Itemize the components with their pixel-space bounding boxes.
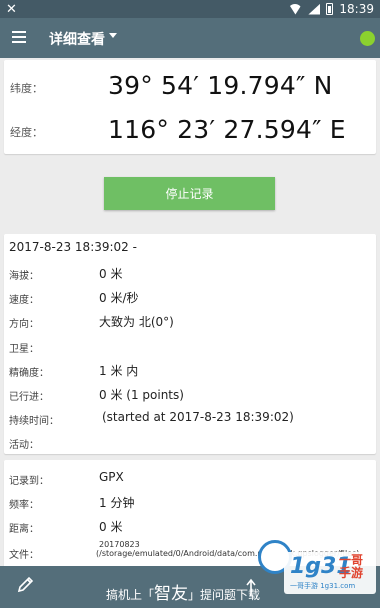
activity-label: 活动： xyxy=(9,440,39,451)
frequency-label: 频率： xyxy=(9,500,39,511)
speed-value: 0 米/秒 xyxy=(99,291,139,305)
accuracy-label: 精确度： xyxy=(9,368,49,379)
watermark-url: 一哥手游 1g31.com xyxy=(290,582,356,590)
direction-value: 大致为 北(0°) xyxy=(99,315,174,329)
chevron-down-icon[interactable] xyxy=(109,33,117,38)
latitude-value: 39° 54′ 19.794″ N xyxy=(108,71,333,100)
status-icons: 18:39 xyxy=(288,2,374,16)
app-bar: 详细查看 xyxy=(0,18,380,58)
watermark-brand: 一哥 手游 xyxy=(339,553,364,580)
altitude-label: 海拔： xyxy=(9,271,39,282)
frequency-value: 1 分钟 xyxy=(99,496,135,510)
session-start-timestamp: 2017-8-23 18:39:02 - xyxy=(9,240,137,254)
latitude-label: 纬度： xyxy=(10,82,43,95)
duration-value: (started at 2017-8-23 18:39:02) xyxy=(102,410,294,424)
accuracy-value: 1 米 内 xyxy=(99,364,139,378)
share-icon[interactable] xyxy=(245,578,257,598)
banner-brand: 智友 xyxy=(154,584,189,604)
logging-status-dot xyxy=(360,31,375,46)
distance-traveled-label: 已行进： xyxy=(9,392,49,403)
distance-label: 距离： xyxy=(9,524,39,535)
satellites-label: 卫星： xyxy=(9,344,39,355)
log-to-value: GPX xyxy=(99,470,124,484)
file-name: 20170823 xyxy=(99,540,140,549)
coordinates-card: 纬度： 39° 54′ 19.794″ N 经度： 116° 23′ 27.59… xyxy=(4,60,376,154)
pencil-icon[interactable] xyxy=(17,575,35,593)
longitude-value: 116° 23′ 27.594″ E xyxy=(108,115,346,144)
banner-prefix: 搞机上「 xyxy=(106,588,155,602)
bottom-banner-text: 搞机上「智友」提问题下载 xyxy=(106,579,260,604)
distance-traveled-value: 0 米 (1 points) xyxy=(99,388,184,402)
file-label: 文件： xyxy=(9,550,39,561)
tool-icon: ✕ xyxy=(6,2,17,17)
stop-logging-button[interactable]: 停止记录 xyxy=(104,177,275,210)
longitude-label: 经度： xyxy=(10,126,43,139)
log-to-label: 记录到： xyxy=(9,476,49,487)
battery-icon xyxy=(326,3,334,15)
watermark-logo: 1g31 一哥 手游 一哥手游 1g31.com xyxy=(284,552,376,594)
altitude-value: 0 米 xyxy=(99,267,123,281)
hamburger-menu-icon[interactable] xyxy=(12,31,26,43)
signal-icon xyxy=(308,3,321,15)
details-card: 2017-8-23 18:39:02 - 海拔： 0 米 速度： 0 米/秒 方… xyxy=(4,234,376,454)
duration-label: 持续时间： xyxy=(9,416,59,427)
wifi-icon xyxy=(288,3,303,15)
speed-label: 速度： xyxy=(9,295,39,306)
direction-label: 方向： xyxy=(9,319,39,330)
clock: 18:39 xyxy=(339,2,374,16)
distance-value: 0 米 xyxy=(99,520,123,534)
page-title-dropdown[interactable]: 详细查看 xyxy=(49,29,105,49)
status-bar: ✕ 18:39 xyxy=(0,0,380,18)
